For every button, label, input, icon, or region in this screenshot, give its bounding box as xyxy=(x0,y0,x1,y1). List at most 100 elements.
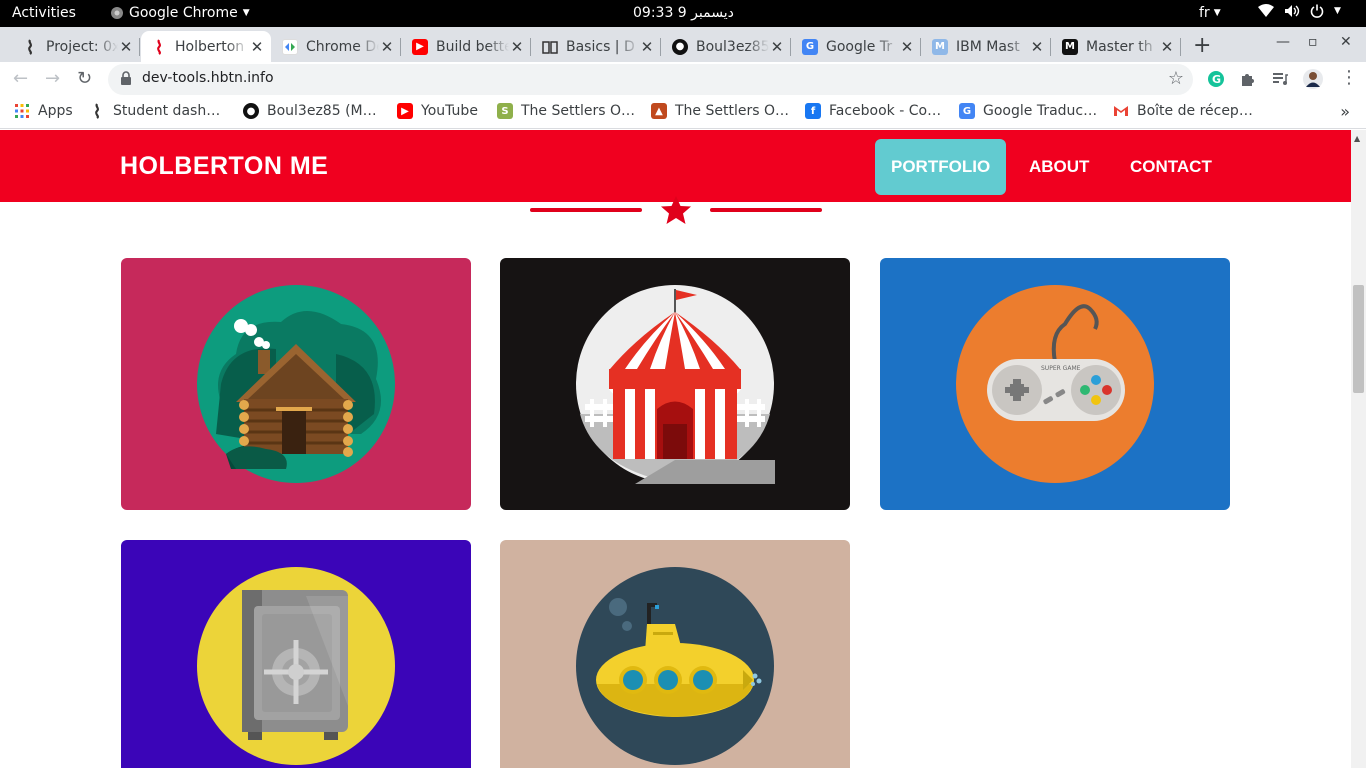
portfolio-item-circus-tent[interactable] xyxy=(500,258,850,510)
chevron-down-icon: ▼ xyxy=(242,8,250,18)
activities-button[interactable]: Activities xyxy=(12,5,76,21)
youtube-icon: ▶ xyxy=(412,38,428,55)
bookmark-youtube[interactable]: ▶ YouTube xyxy=(397,103,478,119)
bookmark-settlers-2[interactable]: ▲ The Settlers O… xyxy=(651,103,789,119)
holberton-icon xyxy=(89,103,105,119)
divider-line-right xyxy=(710,208,822,212)
language-indicator[interactable]: fr ▼ xyxy=(1199,5,1221,21)
bookmark-google-translate[interactable]: G Google Traduc… xyxy=(959,103,1097,119)
chrome-app-icon xyxy=(111,7,123,19)
safe-icon xyxy=(197,567,395,765)
site-navbar: HOLBERTON ME PORTFOLIO ABOUT CONTACT xyxy=(0,130,1351,202)
scroll-up-icon[interactable]: ▲ xyxy=(1354,134,1360,143)
close-icon[interactable]: ✕ xyxy=(899,38,915,56)
close-icon[interactable]: ✕ xyxy=(639,38,655,56)
github-icon: ● xyxy=(243,103,259,119)
portfolio-item-cabin[interactable] xyxy=(121,258,471,510)
close-icon[interactable]: ✕ xyxy=(379,38,395,56)
tab-chrome-devtools[interactable]: Chrome DevTools ✕ xyxy=(272,31,401,62)
reload-button[interactable]: ↻ xyxy=(77,68,92,89)
bookmark-settlers-1[interactable]: S The Settlers O… xyxy=(497,103,635,119)
google-translate-icon: G xyxy=(802,38,818,55)
nav-portfolio[interactable]: PORTFOLIO xyxy=(875,139,1007,195)
submarine-icon xyxy=(576,567,774,765)
tab-github[interactable]: ● Boul3ez85 ✕ xyxy=(662,31,791,62)
chrome-devtools-icon xyxy=(282,38,298,55)
chevron-down-icon: ▼ xyxy=(1334,6,1341,16)
bookmark-label: YouTube xyxy=(421,103,478,119)
nav-about[interactable]: ABOUT xyxy=(1013,139,1105,195)
tab-master[interactable]: M Master th ✕ xyxy=(1052,31,1181,62)
ibm-icon: M xyxy=(932,38,948,55)
tab-title: Holberton xyxy=(175,38,245,55)
close-icon[interactable]: ✕ xyxy=(1029,38,1045,56)
forward-button[interactable]: → xyxy=(45,68,60,89)
portfolio-item-submarine[interactable] xyxy=(500,540,850,768)
bookmark-label: Google Traduc… xyxy=(983,103,1098,119)
close-icon[interactable]: ✕ xyxy=(1159,38,1175,56)
bookmark-star-icon[interactable]: ☆ xyxy=(1168,68,1184,89)
nav-contact[interactable]: CONTACT xyxy=(1114,139,1228,195)
tab-google-translate[interactable]: G Google Tr ✕ xyxy=(792,31,921,62)
bookmark-student-dashboard[interactable]: Student dash… xyxy=(89,103,220,119)
page-scrollbar[interactable]: ▲ xyxy=(1351,130,1366,768)
close-icon[interactable]: ✕ xyxy=(769,38,785,56)
new-tab-button[interactable]: + xyxy=(1193,33,1211,58)
minimize-button[interactable]: — xyxy=(1276,34,1290,50)
svg-text:G: G xyxy=(1212,73,1221,86)
chevron-down-icon: ▼ xyxy=(1213,8,1221,18)
system-menu[interactable]: ▼ xyxy=(1258,4,1341,18)
bookmark-facebook[interactable]: f Facebook - Co… xyxy=(805,103,941,119)
close-icon[interactable]: ✕ xyxy=(509,38,525,56)
extensions-puzzle-icon[interactable] xyxy=(1239,70,1257,88)
google-translate-icon: G xyxy=(959,103,975,119)
tab-basics[interactable]: Basics | D ✕ xyxy=(532,31,661,62)
holberton-icon xyxy=(22,38,38,55)
site-brand[interactable]: HOLBERTON ME xyxy=(120,152,328,181)
tab-youtube[interactable]: ▶ Build better ✕ xyxy=(402,31,531,62)
wifi-icon xyxy=(1258,4,1274,17)
tab-holberton[interactable]: Holberton ✕ xyxy=(141,31,271,62)
address-bar[interactable]: dev-tools.hbtn.info ☆ xyxy=(108,64,1193,95)
tab-ibm[interactable]: M IBM Mast ✕ xyxy=(922,31,1051,62)
avatar[interactable] xyxy=(1303,69,1323,89)
more-bookmarks-icon[interactable]: » xyxy=(1340,102,1350,121)
tab-project[interactable]: Project: 0x ✕ xyxy=(12,31,140,62)
gmail-icon xyxy=(1114,106,1128,116)
tab-title: Chrome DevTools xyxy=(306,38,379,55)
divider-line-left xyxy=(530,208,642,212)
volume-icon xyxy=(1285,5,1300,17)
clock[interactable]: 09:33 ديسمبر 9 xyxy=(633,5,734,21)
chrome-menu-icon[interactable]: ⋮ xyxy=(1340,67,1358,88)
tab-title: Project: 0x xyxy=(46,38,118,55)
bookmark-apps[interactable]: Apps xyxy=(14,103,73,119)
restore-button[interactable]: ▫ xyxy=(1308,34,1318,50)
bookmark-label: The Settlers O… xyxy=(521,103,635,119)
bookmark-gmail[interactable]: Boîte de récep… xyxy=(1113,103,1253,119)
app-name: Google Chrome xyxy=(129,5,238,21)
bookmark-github[interactable]: ● Boul3ez85 (M… xyxy=(243,103,377,119)
tab-strip: Project: 0x ✕ Holberton ✕ Chrome DevTool… xyxy=(0,27,1366,62)
scrollbar-thumb[interactable] xyxy=(1353,285,1364,393)
media-playlist-icon[interactable] xyxy=(1271,70,1289,88)
back-button[interactable]: ← xyxy=(13,68,28,89)
tab-title: Build better xyxy=(436,38,509,55)
app-menu[interactable]: Google Chrome ▼ xyxy=(110,5,250,21)
web-page: HOLBERTON ME PORTFOLIO ABOUT CONTACT SUP… xyxy=(0,130,1351,768)
bookmark-label: Student dash… xyxy=(113,103,221,119)
bookmarks-bar: Apps Student dash… ● Boul3ez85 (M… ▶ You… xyxy=(0,97,1366,129)
close-window-button[interactable]: ✕ xyxy=(1340,34,1352,50)
holberton-icon xyxy=(151,38,167,55)
close-icon[interactable]: ✕ xyxy=(249,38,265,56)
portfolio-item-safe[interactable] xyxy=(121,540,471,768)
close-icon[interactable]: ✕ xyxy=(118,38,134,56)
settlers-icon: S xyxy=(497,103,513,119)
portfolio-item-game-controller[interactable]: SUPER GAME xyxy=(880,258,1230,510)
grammarly-icon[interactable]: G xyxy=(1207,70,1225,88)
cabin-icon xyxy=(197,285,395,483)
tab-title: Master th xyxy=(1086,38,1153,55)
bookmark-label: Apps xyxy=(38,103,73,119)
tab-title: IBM Mast xyxy=(956,38,1020,55)
circus-tent-icon xyxy=(576,285,775,484)
fox-icon: ▲ xyxy=(651,103,667,119)
